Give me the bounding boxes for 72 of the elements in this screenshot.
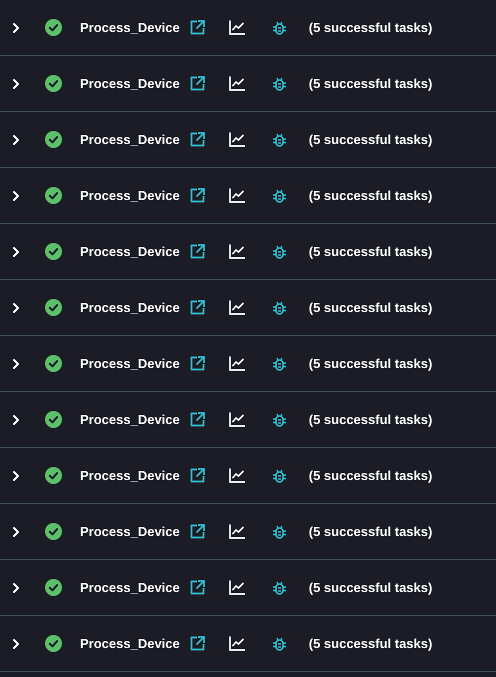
task-name: Process_Device [80,636,180,651]
task-summary: (5 successful tasks) [308,20,432,35]
task-name: Process_Device [80,20,180,35]
line-chart-icon[interactable] [228,636,245,651]
bug-icon[interactable] [272,20,287,36]
chevron-right-icon[interactable] [10,246,22,258]
task-name: Process_Device [80,580,180,595]
bug-icon[interactable] [272,412,287,428]
task-name: Process_Device [80,300,180,315]
line-chart-icon[interactable] [228,188,245,203]
task-summary: (5 successful tasks) [308,356,432,371]
external-link-icon[interactable] [190,132,205,147]
task-summary: (5 successful tasks) [308,76,432,91]
bug-icon[interactable] [272,636,287,652]
external-link-icon[interactable] [190,412,205,427]
task-summary: (5 successful tasks) [308,580,432,595]
line-chart-icon[interactable] [228,244,245,259]
task-summary: (5 successful tasks) [308,188,432,203]
bug-icon[interactable] [272,356,287,372]
chevron-right-icon[interactable] [10,78,22,90]
chevron-right-icon[interactable] [10,190,22,202]
bug-icon[interactable] [272,580,287,596]
chevron-right-icon[interactable] [10,302,22,314]
bug-icon[interactable] [272,468,287,484]
line-chart-icon[interactable] [228,76,245,91]
task-summary: (5 successful tasks) [308,300,432,315]
external-link-icon[interactable] [190,524,205,539]
chevron-right-icon[interactable] [10,470,22,482]
chevron-right-icon[interactable] [10,134,22,146]
line-chart-icon[interactable] [228,524,245,539]
bug-icon[interactable] [272,300,287,316]
external-link-icon[interactable] [190,300,205,315]
line-chart-icon[interactable] [228,300,245,315]
bug-icon[interactable] [272,76,287,92]
task-name: Process_Device [80,356,180,371]
task-name: Process_Device [80,76,180,91]
task-summary: (5 successful tasks) [308,412,432,427]
external-link-icon[interactable] [190,188,205,203]
line-chart-icon[interactable] [228,412,245,427]
line-chart-icon[interactable] [228,356,245,371]
task-summary: (5 successful tasks) [308,244,432,259]
external-link-icon[interactable] [190,20,205,35]
task-name: Process_Device [80,468,180,483]
chevron-right-icon[interactable] [10,358,22,370]
external-link-icon[interactable] [190,76,205,91]
chevron-right-icon[interactable] [10,526,22,538]
task-name: Process_Device [80,524,180,539]
task-summary: (5 successful tasks) [308,636,432,651]
external-link-icon[interactable] [190,468,205,483]
bug-icon[interactable] [272,188,287,204]
task-name: Process_Device [80,412,180,427]
external-link-icon[interactable] [190,356,205,371]
bug-icon[interactable] [272,524,287,540]
task-summary: (5 successful tasks) [308,132,432,147]
external-link-icon[interactable] [190,244,205,259]
task-name: Process_Device [80,132,180,147]
task-name: Process_Device [80,244,180,259]
chevron-right-icon[interactable] [10,638,22,650]
line-chart-icon[interactable] [228,580,245,595]
chevron-right-icon[interactable] [10,414,22,426]
task-name: Process_Device [80,188,180,203]
chevron-right-icon[interactable] [10,22,22,34]
chevron-right-icon[interactable] [10,582,22,594]
external-link-icon[interactable] [190,580,205,595]
external-link-icon[interactable] [190,636,205,651]
line-chart-icon[interactable] [228,20,245,35]
task-summary: (5 successful tasks) [308,468,432,483]
bug-icon[interactable] [272,244,287,260]
bug-icon[interactable] [272,132,287,148]
line-chart-icon[interactable] [228,132,245,147]
line-chart-icon[interactable] [228,468,245,483]
task-summary: (5 successful tasks) [308,524,432,539]
